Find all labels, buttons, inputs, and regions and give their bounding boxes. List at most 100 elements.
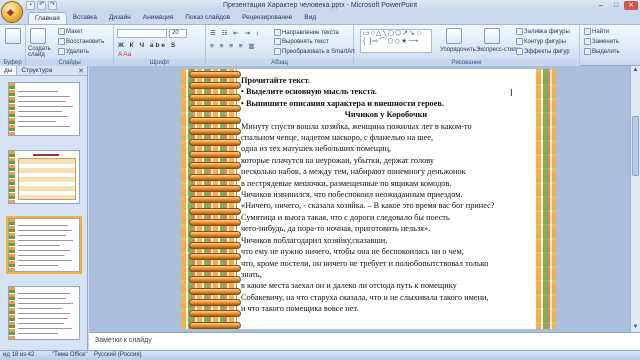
- notes-pane[interactable]: Заметки к слайду: [89, 332, 640, 350]
- binder-ring: [189, 139, 241, 147]
- slide-text-box[interactable]: Прочитайте текст. • Выделите основную мы…: [241, 75, 531, 315]
- binder-ring: [189, 242, 241, 249]
- close-button[interactable]: ✕: [624, 1, 638, 10]
- shape-outline-button[interactable]: Контур фигуры: [516, 38, 566, 45]
- align-text-button[interactable]: Выровнять текст: [274, 38, 329, 45]
- tab-home[interactable]: Главная: [28, 12, 67, 24]
- minimize-button[interactable]: –: [594, 1, 608, 10]
- slide-line: одна из тех матушек небольших помещиц,: [241, 144, 392, 154]
- replace-button[interactable]: Заменить: [584, 38, 619, 45]
- binoculars-icon: [584, 28, 591, 35]
- font-format-buttons[interactable]: Ж К Ч abe S: [118, 42, 177, 49]
- shape-effects-button[interactable]: Эффекты фигур: [516, 48, 570, 55]
- ribbon-tabs: Главная Вставка Дизайн Анимация Показ сл…: [0, 12, 640, 24]
- slide-line: Прочитайте текст.: [241, 76, 310, 85]
- tab-outline[interactable]: Структура: [17, 66, 56, 75]
- tab-slideshow[interactable]: Показ слайдов: [179, 12, 236, 24]
- binder-ring: [189, 287, 241, 295]
- scroll-thumb[interactable]: [632, 116, 639, 176]
- slide-counter: ид 18 из 42: [3, 352, 35, 358]
- notes-placeholder: Заметки к слайду: [95, 337, 152, 344]
- create-slide-button[interactable]: Создать слайд: [28, 46, 54, 58]
- shape-outline-icon: [516, 38, 523, 45]
- drawing-group: ▭○△╲▢⬠↗↘☆{ }⇨⌒⬡◇★⟶ Упорядочить Экспресс-…: [354, 25, 580, 67]
- binder-ring: [189, 196, 241, 204]
- reset-button[interactable]: Восстановить: [58, 38, 104, 45]
- binder-ring: [189, 93, 241, 101]
- slide-heading: Чичиков у Коробочки: [344, 110, 428, 120]
- binder-ring: [189, 207, 241, 215]
- ribbon: Буфер обм... Создать слайд Макет Восстан…: [0, 24, 640, 74]
- binder-ring: [189, 82, 241, 90]
- delete-icon: [58, 48, 65, 55]
- slide-line: и что такого помещика вовсе нет.: [241, 304, 359, 314]
- text-cursor-icon: I: [510, 88, 513, 99]
- binder-ring: [189, 173, 241, 181]
- tab-design[interactable]: Дизайн: [103, 12, 137, 24]
- shapes-gallery[interactable]: ▭○△╲▢⬠↗↘☆{ }⇨⌒⬡◇★⟶: [360, 29, 432, 53]
- delete-slide-button[interactable]: Удалить: [58, 48, 89, 55]
- quick-styles-icon[interactable]: [484, 28, 500, 44]
- font-name-combo[interactable]: [117, 29, 167, 38]
- tab-slides[interactable]: ды: [0, 66, 18, 75]
- binder-ring: [189, 105, 241, 113]
- theme-name: "Тема Office": [52, 352, 88, 358]
- slide-line: что ему не нужно ничего, чтобы она не бе…: [241, 247, 464, 257]
- slide-thumbnail[interactable]: [8, 150, 80, 204]
- find-button[interactable]: Найти: [584, 28, 609, 35]
- maximize-button[interactable]: □: [609, 1, 623, 10]
- clipboard-group: Буфер обм...: [0, 25, 26, 74]
- text-direction-button[interactable]: Направление текста: [274, 29, 339, 36]
- window-controls: – □ ✕: [594, 1, 638, 10]
- slide-thumbnail[interactable]: [8, 286, 80, 340]
- tab-animation[interactable]: Анимация: [137, 12, 180, 24]
- slide-line: которые плачутся на неурожаи, убытки, де…: [241, 155, 435, 165]
- slide-line: Сумятица и вьюга такая, что с дороги сле…: [241, 212, 450, 222]
- text-direction-icon: [274, 29, 281, 36]
- pane-tabs: ды Структура: [0, 66, 87, 76]
- font-color-button[interactable]: A Aa: [118, 51, 131, 58]
- paste-icon[interactable]: [5, 28, 21, 44]
- office-logo-icon: ◆: [7, 7, 14, 17]
- scroll-up-icon[interactable]: ▲: [631, 66, 640, 75]
- office-button[interactable]: ◆: [1, 1, 23, 23]
- layout-icon: [58, 28, 65, 35]
- tab-review[interactable]: Рецензирование: [236, 12, 298, 24]
- smartart-button[interactable]: Преобразовать в SmartArt: [274, 48, 355, 55]
- binder-ring: [189, 128, 241, 135]
- slide-line: знать,: [241, 269, 262, 279]
- slide-line: Чичиков извинился, что побеспокоил неожи…: [241, 190, 463, 200]
- scroll-down-icon[interactable]: ▼: [631, 323, 640, 332]
- status-bar: ид 18 из 42 "Тема Office" Русский (Росси…: [0, 350, 640, 360]
- shape-fill-button[interactable]: Заливка фигуры: [516, 28, 570, 35]
- layout-button[interactable]: Макет: [58, 28, 83, 35]
- font-size-combo[interactable]: 20: [169, 29, 187, 38]
- slide-thumbnail[interactable]: [8, 82, 80, 136]
- select-button[interactable]: Выделить: [584, 48, 620, 55]
- align-buttons[interactable]: ≡ ≡ ≡ ≡ ▥: [210, 42, 257, 50]
- align-text-icon: [274, 38, 281, 45]
- slide-line: в пестрядевые мешочки, размещенные по ящ…: [241, 178, 452, 188]
- select-icon: [584, 48, 591, 55]
- slides-pane: ды Структура ✕: [0, 66, 88, 350]
- arrange-button[interactable]: Упорядочить: [440, 47, 476, 53]
- binder-ring: [189, 299, 241, 306]
- tab-insert[interactable]: Вставка: [67, 12, 103, 24]
- vertical-scrollbar[interactable]: ▲ ▼: [630, 66, 640, 332]
- slide-line: • Выпишите описания характера и внешност…: [241, 98, 444, 108]
- new-slide-icon[interactable]: [30, 28, 46, 44]
- list-buttons[interactable]: ☰ ☷ ⇤ ⇥ ↕: [210, 29, 261, 37]
- slide-canvas[interactable]: Прочитайте текст. • Выделите основную мы…: [181, 69, 556, 329]
- binder-ring: [189, 321, 241, 329]
- binder-ring: [189, 185, 241, 192]
- quick-styles-button[interactable]: Экспресс-стили: [476, 47, 520, 53]
- close-pane-icon[interactable]: ✕: [78, 67, 84, 75]
- arrange-icon[interactable]: [446, 28, 462, 44]
- slide-line: • Выделите основную мысль текста.: [241, 87, 377, 97]
- binder-ring: [189, 253, 241, 261]
- language-indicator[interactable]: Русский (Россия): [94, 351, 142, 360]
- tab-view[interactable]: Вид: [298, 12, 322, 24]
- shape-fill-icon: [516, 28, 523, 35]
- window-title: Презентация Характер человека.pptx - Mic…: [222, 2, 418, 9]
- slide-thumbnail-selected[interactable]: [6, 216, 82, 274]
